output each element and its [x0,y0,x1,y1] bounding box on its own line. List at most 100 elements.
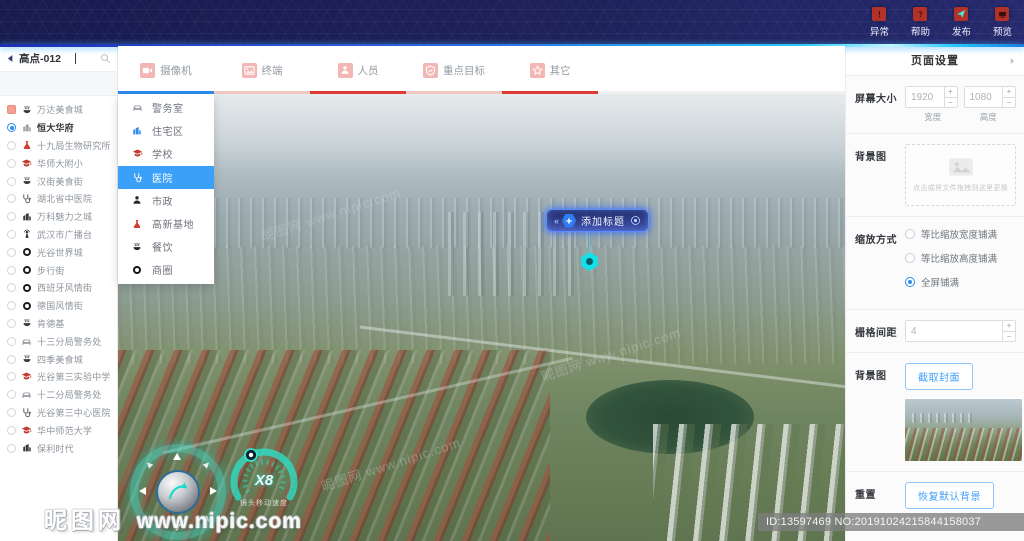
item-radio[interactable] [7,425,16,435]
item-radio[interactable] [7,247,16,257]
capture-cover-button[interactable]: 截取封面 [905,363,973,390]
scale-option-1[interactable]: 等比缩放宽度铺满 [905,227,1016,241]
header-button-3[interactable]: 发布 [952,7,971,38]
poi-item-11[interactable]: 西班牙风情街 [0,279,117,297]
item-radio[interactable] [7,194,16,204]
item-radio[interactable] [7,123,16,133]
item-radio[interactable] [7,372,16,382]
background-upload-dropzone[interactable]: 点击或将文件拖拽到这里更换 [905,144,1016,206]
height-decrement[interactable]: − [1003,98,1015,107]
grid-gap-stepper: +− [905,320,1016,342]
restore-default-background-button[interactable]: 恢复默认背景 [905,482,994,509]
item-radio[interactable] [7,407,16,417]
poi-item-17[interactable]: 十二分局警务处 [0,386,117,404]
poi-item-1[interactable]: 万达美食城 [0,101,117,119]
item-radio[interactable] [7,229,16,239]
text-caret [75,53,76,64]
item-label: 湖北省中医院 [37,194,93,205]
tab-2[interactable]: 终端 [214,46,310,94]
poi-item-12[interactable]: 德国风情街 [0,297,117,315]
poi-item-15[interactable]: 四季美食城 [0,350,117,368]
header-button-1[interactable]: 异常 [870,7,889,38]
tab-underline [406,91,502,94]
poi-item-2[interactable]: 恒大华府 [0,119,117,137]
header-button-4[interactable]: 预览 [993,7,1012,38]
item-label: 万达美食城 [37,105,84,116]
menu-item-6[interactable]: 高新基地 [118,212,214,235]
ring-icon [131,265,143,275]
collapse-right-icon[interactable] [1008,57,1016,65]
scale-option-3[interactable]: 全屏铺满 [905,275,1016,289]
item-label: 保利时代 [37,443,74,454]
food-icon [21,354,32,364]
width-increment[interactable]: + [944,87,957,98]
search-icon[interactable] [100,53,111,64]
menu-item-7[interactable]: 餐饮 [118,235,214,258]
target-icon[interactable] [630,215,641,226]
menu-item-2[interactable]: 住宅区 [118,119,214,142]
item-radio[interactable] [7,105,16,115]
scale-option-2[interactable]: 等比缩放高度铺满 [905,251,1016,265]
collapse-left-icon[interactable] [6,54,15,63]
building-icon [131,126,143,136]
poi-item-18[interactable]: 光谷第三中心医院 [0,404,117,422]
item-radio[interactable] [7,140,16,150]
item-label: 十九局生物研究所 [37,140,111,151]
width-input[interactable] [906,87,944,107]
item-radio[interactable] [7,318,16,328]
item-radio[interactable] [7,265,16,275]
tab-1[interactable]: 摄像机 [118,46,214,94]
radio-icon[interactable] [905,277,915,287]
item-radio[interactable] [7,443,16,453]
grid-gap-increment[interactable]: + [1003,321,1015,332]
item-radio[interactable] [7,354,16,364]
preview-icon [998,10,1007,19]
item-radio[interactable] [7,283,16,293]
tab-underline [214,91,310,94]
food-icon [21,176,32,186]
item-radio[interactable] [7,158,16,168]
poi-item-16[interactable]: 光谷第三实验中学 [0,368,117,386]
chevrons-left-icon: « [554,215,559,226]
menu-item-5[interactable]: 市政 [118,189,214,212]
height-input[interactable] [964,87,1002,107]
item-radio[interactable] [7,390,16,400]
grid-gap-input[interactable] [906,321,1002,341]
poi-item-10[interactable]: 步行街 [0,261,117,279]
item-label: 步行街 [37,265,65,276]
tab-4[interactable]: 重点目标 [406,46,502,94]
item-radio[interactable] [7,336,16,346]
poi-item-9[interactable]: 光谷世界城 [0,243,117,261]
item-radio[interactable] [7,176,16,186]
poi-item-4[interactable]: 华师大附小 [0,154,117,172]
poi-item-8[interactable]: 武汉市广播台 [0,226,117,244]
map-canvas[interactable]: 昵图网 www.nipic.com 昵图网 www.nipic.com 昵图网 … [118,94,845,541]
poi-item-13[interactable]: 肯德基 [0,315,117,333]
width-decrement[interactable]: − [945,98,957,107]
poi-item-14[interactable]: 十三分局警务处 [0,332,117,350]
tag-stem-line [589,232,590,254]
item-radio[interactable] [7,301,16,311]
menu-item-4[interactable]: 医院 [118,165,214,189]
poi-item-19[interactable]: 华中师范大学 [0,421,117,439]
grid-gap-decrement[interactable]: − [1003,332,1015,341]
item-label: 光谷世界城 [37,247,84,258]
menu-item-8[interactable]: 商圈 [118,258,214,281]
height-increment[interactable]: + [1003,87,1015,98]
search-input[interactable] [19,52,71,65]
map-label-tag[interactable]: « 添加标题 [546,209,650,232]
menu-item-3[interactable]: 学校 [118,142,214,165]
radio-icon[interactable] [905,229,915,239]
poi-item-5[interactable]: 汉街美食街 [0,172,117,190]
tab-3[interactable]: 人员 [310,46,406,94]
tab-5[interactable]: 其它 [502,46,598,94]
top-bar: 异常 帮助 发布 预览 [0,0,1024,47]
poi-item-6[interactable]: 湖北省中医院 [0,190,117,208]
item-radio[interactable] [7,212,16,222]
poi-item-7[interactable]: 万科魅力之城 [0,208,117,226]
header-button-2[interactable]: 帮助 [911,7,930,38]
poi-item-3[interactable]: 十九局生物研究所 [0,137,117,155]
radio-icon[interactable] [905,253,915,263]
poi-item-20[interactable]: 保利时代 [0,439,117,457]
menu-item-1[interactable]: 警务室 [118,96,214,119]
